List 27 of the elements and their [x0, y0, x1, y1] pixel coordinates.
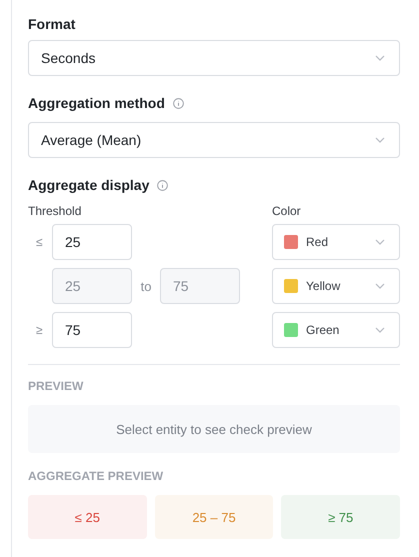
preview-tile: ≤ 25: [28, 495, 147, 539]
preview-tile: ≥ 75: [281, 495, 400, 539]
color-header: Color: [272, 204, 302, 218]
aggregate-preview-heading: AGGREGATE PREVIEW: [28, 469, 164, 483]
chevron-down-icon: [375, 327, 385, 333]
threshold-input[interactable]: 25: [52, 224, 132, 260]
color-select[interactable]: Green: [272, 312, 400, 348]
info-icon[interactable]: [172, 98, 184, 108]
comparison-symbol: ≥: [35, 323, 44, 337]
aggregation-method-label: Aggregation method: [28, 95, 165, 111]
color-select[interactable]: Red: [272, 224, 400, 260]
empty-preview-panel: Select entity to see check preview: [28, 405, 400, 453]
preview-heading: PREVIEW: [28, 379, 84, 393]
chevron-down-icon: [375, 137, 385, 143]
info-icon[interactable]: [157, 180, 168, 190]
preview-tile: 25 – 75: [154, 495, 274, 539]
chevron-down-icon: [375, 239, 385, 245]
chevron-down-icon: [375, 55, 385, 61]
range-separator: to: [140, 278, 152, 294]
threshold-header: Threshold: [28, 204, 82, 218]
aggregate-display-label: Aggregate display: [28, 177, 150, 193]
aggregation-method-select[interactable]: Average (Mean): [28, 122, 400, 158]
threshold-input[interactable]: 75: [52, 312, 132, 348]
format-label: Format: [28, 16, 76, 32]
comparison-symbol: ≤: [35, 235, 44, 249]
format-select[interactable]: Seconds: [28, 40, 400, 76]
chevron-down-icon: [375, 283, 385, 289]
